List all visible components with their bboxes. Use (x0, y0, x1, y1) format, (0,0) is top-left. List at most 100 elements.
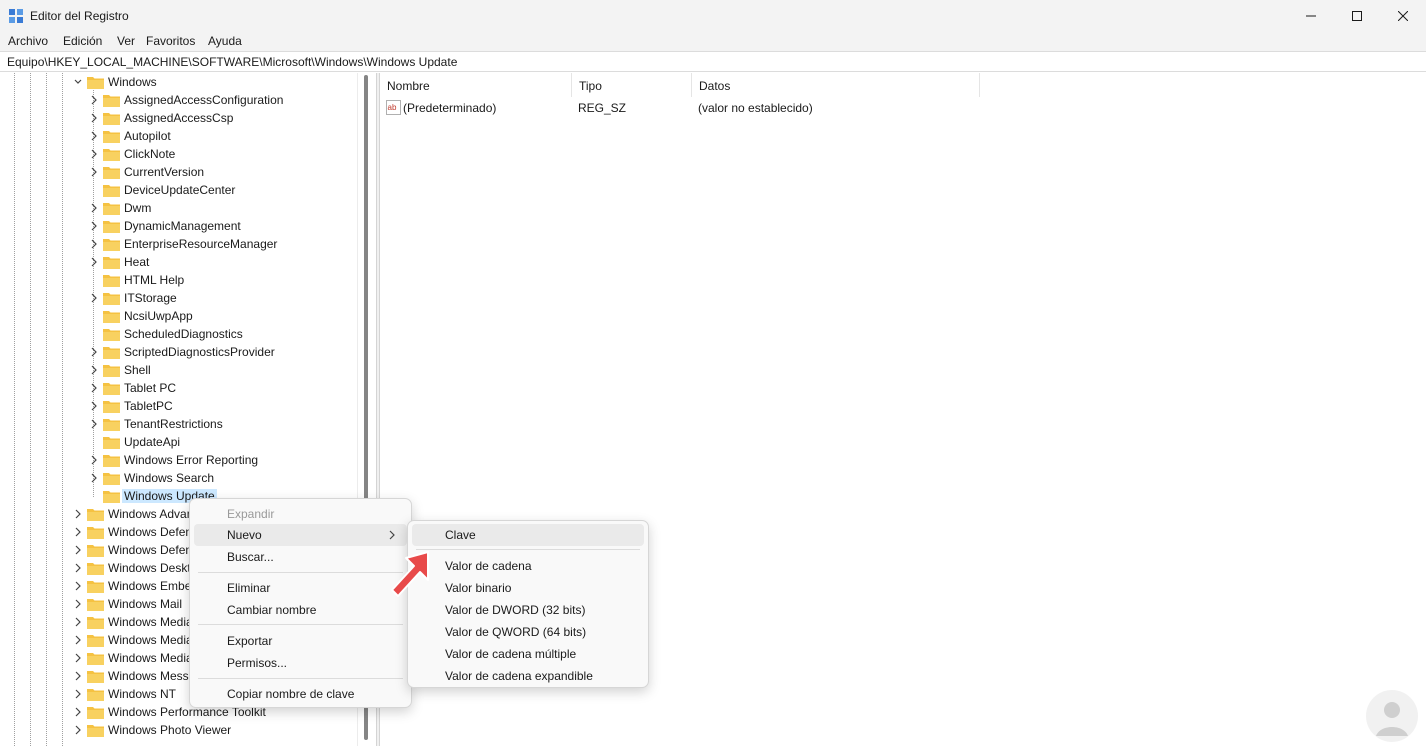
menu-archivo[interactable]: Archivo (8, 34, 48, 48)
tree-item[interactable]: ClickNote (89, 145, 353, 163)
maximize-icon (1352, 10, 1362, 21)
tree-item[interactable]: Windows Search (89, 469, 353, 487)
menu-item-exportar[interactable]: Exportar (194, 630, 407, 652)
close-button[interactable] (1380, 0, 1426, 31)
minimize-button[interactable] (1288, 0, 1334, 31)
folder-icon (103, 185, 120, 197)
folder-icon (87, 527, 104, 539)
value-row[interactable]: ab (Predeterminado) REG_SZ (valor no est… (380, 99, 980, 117)
tree-item[interactable]: Windows Photo Viewer (73, 721, 353, 739)
menu-ver[interactable]: Ver (117, 34, 135, 48)
tree-item[interactable]: Dwm (89, 199, 353, 217)
pointer-arrow-icon (391, 551, 429, 597)
tree-item-label: Windows Search (124, 471, 215, 485)
tree-item[interactable]: ScheduledDiagnostics (89, 325, 353, 343)
tree-item-label: Heat (124, 255, 150, 269)
menu-item-label: Permisos... (227, 656, 288, 670)
folder-icon (103, 275, 120, 287)
folder-icon (103, 383, 120, 395)
submenu-item-cadena-expandible[interactable]: Valor de cadena expandible (412, 665, 644, 687)
tree-item[interactable]: Autopilot (89, 127, 353, 145)
chevron-right-icon (91, 365, 97, 375)
tree-item[interactable]: TenantRestrictions (89, 415, 353, 433)
tree-item[interactable]: DynamicManagement (89, 217, 353, 235)
tree-item-label: ITStorage (124, 291, 177, 305)
tree-item[interactable]: ITStorage (89, 289, 353, 307)
submenu-item-valor-binario[interactable]: Valor binario (412, 577, 644, 599)
tree-item-label: Windows Defen (108, 543, 193, 557)
submenu-item-cadena-multiple[interactable]: Valor de cadena múltiple (412, 643, 644, 665)
folder-icon (103, 167, 120, 179)
chevron-right-icon (91, 131, 97, 141)
menu-edicion[interactable]: Edición (63, 34, 102, 48)
chevron-down-icon (74, 79, 82, 84)
menu-ayuda[interactable]: Ayuda (208, 34, 242, 48)
chevron-right-icon (75, 653, 81, 663)
submenu-item-dword[interactable]: Valor de DWORD (32 bits) (412, 599, 644, 621)
address-path[interactable]: Equipo\HKEY_LOCAL_MACHINE\SOFTWARE\Micro… (7, 55, 457, 69)
chevron-right-icon (91, 95, 97, 105)
menu-item-permisos[interactable]: Permisos... (194, 652, 407, 674)
menu-item-nuevo[interactable]: Nuevo (194, 524, 407, 546)
tree-item[interactable]: Tablet PC (89, 379, 353, 397)
chevron-right-icon (91, 293, 97, 303)
chevron-right-icon (91, 383, 97, 393)
tree-guide (46, 73, 47, 746)
maximize-button[interactable] (1334, 0, 1380, 31)
tree-item[interactable]: AssignedAccessCsp (89, 109, 353, 127)
chevron-right-icon (91, 239, 97, 249)
tree-item[interactable]: NcsiUwpApp (89, 307, 353, 325)
folder-icon (87, 77, 104, 89)
menu-item-label: Eliminar (227, 581, 271, 595)
menu-item-eliminar[interactable]: Eliminar (194, 577, 407, 599)
address-bar[interactable]: Equipo\HKEY_LOCAL_MACHINE\SOFTWARE\Micro… (0, 51, 1426, 72)
tree-item[interactable]: Heat (89, 253, 353, 271)
chevron-right-icon (91, 455, 97, 465)
menu-item-buscar[interactable]: Buscar... (194, 546, 407, 568)
folder-icon (87, 671, 104, 683)
menu-item-expandir: Expandir (194, 503, 407, 525)
column-header-tipo[interactable]: Tipo (572, 73, 692, 97)
tree-item-label: Shell (124, 363, 151, 377)
tree-item[interactable]: Windows Error Reporting (89, 451, 353, 469)
menu-bar: Archivo Edición Ver Favoritos Ayuda (0, 31, 1426, 51)
folder-icon (103, 131, 120, 143)
menu-item-label: Valor de cadena expandible (445, 669, 593, 683)
folder-icon (103, 149, 120, 161)
tree-item[interactable]: DeviceUpdateCenter (89, 181, 353, 199)
submenu-item-qword[interactable]: Valor de QWORD (64 bits) (412, 621, 644, 643)
context-menu: Expandir Nuevo Buscar... Eliminar Cambia… (189, 498, 412, 708)
folder-icon (103, 365, 120, 377)
tree-item[interactable]: HTML Help (89, 271, 353, 289)
tree-item[interactable]: AssignedAccessConfiguration (89, 91, 353, 109)
column-header-datos[interactable]: Datos (692, 73, 980, 97)
tree-item-label: Windows Media (108, 615, 193, 629)
folder-icon (87, 599, 104, 611)
tree-item[interactable]: UpdateApi (89, 433, 353, 451)
chevron-right-icon (75, 725, 81, 735)
menu-item-label: Valor binario (445, 581, 512, 595)
tree-item-windows[interactable]: Windows (73, 73, 353, 91)
submenu-item-valor-cadena[interactable]: Valor de cadena (412, 555, 644, 577)
menu-item-copiar-nombre[interactable]: Copiar nombre de clave (194, 683, 407, 705)
chevron-right-icon (91, 401, 97, 411)
folder-icon (87, 635, 104, 647)
minimize-icon (1306, 15, 1316, 16)
tree-item-label: Autopilot (124, 129, 171, 143)
tree-item-label: AssignedAccessConfiguration (124, 93, 284, 107)
tree-item[interactable]: Shell (89, 361, 353, 379)
tree-item[interactable]: ScriptedDiagnosticsProvider (89, 343, 353, 361)
tree-item[interactable]: EnterpriseResourceManager (89, 235, 353, 253)
window-title: Editor del Registro (30, 9, 129, 23)
menu-favoritos[interactable]: Favoritos (146, 34, 195, 48)
menu-separator (198, 572, 403, 573)
menu-item-cambiar-nombre[interactable]: Cambiar nombre (194, 599, 407, 621)
tree-item[interactable]: TabletPC (89, 397, 353, 415)
chevron-right-icon (91, 419, 97, 429)
folder-icon (103, 491, 120, 503)
menu-item-label: Copiar nombre de clave (227, 687, 355, 701)
tree-item-label: Windows NT (108, 687, 177, 701)
submenu-item-clave[interactable]: Clave (412, 524, 644, 546)
column-header-nombre[interactable]: Nombre (380, 73, 572, 97)
tree-item[interactable]: CurrentVersion (89, 163, 353, 181)
